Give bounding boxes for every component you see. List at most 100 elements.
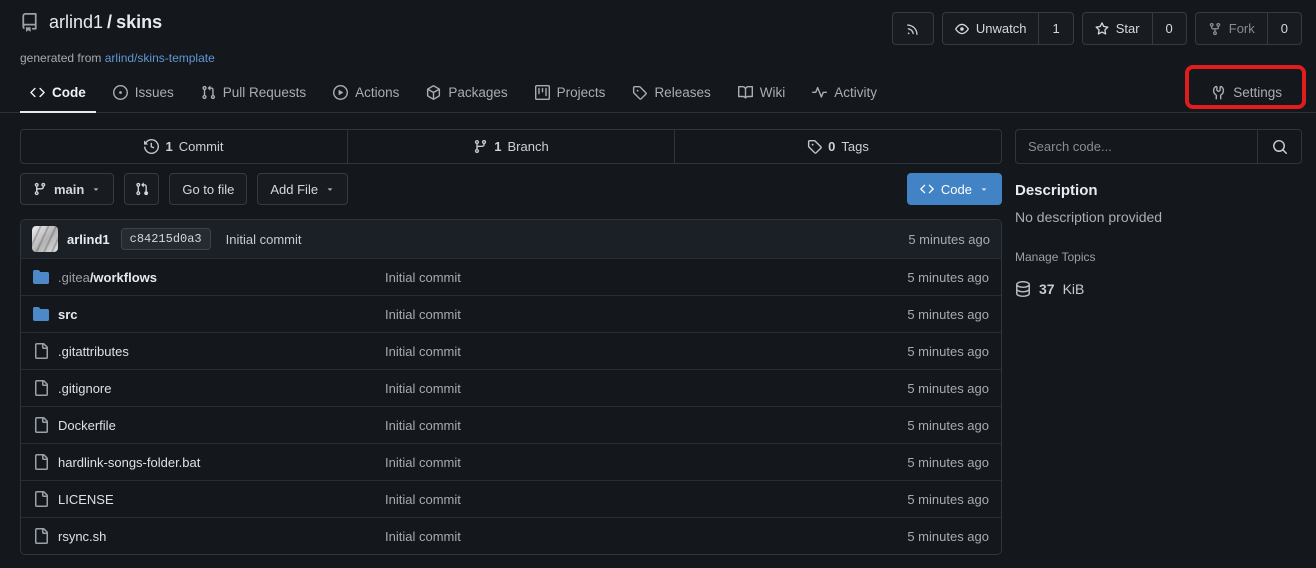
repo-size-unit: KiB [1063,281,1085,297]
latest-commit-row: arlind1 c84215d0a3 Initial commit 5 minu… [21,220,1001,258]
tab-packages[interactable]: Packages [416,75,517,113]
file-commit-time: 5 minutes ago [819,455,989,470]
search-button[interactable] [1257,130,1301,163]
star-button[interactable]: Star [1083,13,1152,44]
branch-selector[interactable]: main [20,173,114,205]
file-commit-message-link[interactable]: Initial commit [385,344,819,359]
file-row: src Initial commit 5 minutes ago [21,295,1001,332]
file-icon [33,343,49,359]
repo-stats-bar: 1 Commit 1 Branch 0 Tags [20,129,1002,164]
file-name-link[interactable]: .gitattributes [33,343,385,359]
rss-button[interactable] [892,12,934,45]
commit-sha-link[interactable]: c84215d0a3 [121,228,211,250]
repo-sidebar: Description No description provided Mana… [1015,129,1302,297]
file-commit-message-link[interactable]: Initial commit [385,307,819,322]
current-branch-label: main [54,182,84,197]
file-toolbar: main Go to file Add File Code [20,173,1002,205]
tab-releases[interactable]: Releases [622,75,720,113]
commit-time: 5 minutes ago [908,232,990,247]
manage-topics-link[interactable]: Manage Topics [1015,250,1302,264]
unwatch-button[interactable]: Unwatch [943,13,1039,44]
file-name-link[interactable]: .gitignore [33,380,385,396]
tab-code[interactable]: Code [20,75,96,113]
tab-issues[interactable]: Issues [103,75,184,113]
tab-code-label: Code [52,85,86,100]
tags-stat[interactable]: 0 Tags [674,130,1001,163]
fork-button[interactable]: Fork [1196,13,1267,44]
file-commit-message-link[interactable]: Initial commit [385,492,819,507]
file-name: LICENSE [58,492,114,507]
file-name-link[interactable]: Dockerfile [33,417,385,433]
repo-owner-link[interactable]: arlind1 [49,12,103,32]
file-commit-time: 5 minutes ago [819,270,989,285]
tab-wiki-label: Wiki [760,85,786,100]
book-icon [738,85,753,100]
chevron-down-icon [91,184,101,194]
tab-actions-label: Actions [355,85,399,100]
repo-size-value: 37 [1039,281,1055,297]
file-icon [33,454,49,470]
tab-activity[interactable]: Activity [802,75,887,113]
file-commit-time: 5 minutes ago [819,418,989,433]
watchers-count[interactable]: 1 [1038,13,1072,44]
repo-title-group: arlind1/skins [20,12,162,33]
template-repo-link[interactable]: arlind/skins-template [105,51,215,65]
tab-wiki[interactable]: Wiki [728,75,796,113]
file-row: hardlink-songs-folder.bat Initial commit… [21,443,1001,480]
tag-icon [632,85,647,100]
repo-tab-bar: Code Issues Pull Requests Actions Packag… [0,75,1316,113]
file-name-link[interactable]: src [33,306,385,322]
branch-icon [33,182,47,196]
file-commit-message-link[interactable]: Initial commit [385,270,819,285]
repo-title-separator: / [107,12,112,32]
file-commit-time: 5 minutes ago [819,344,989,359]
branch-icon [473,139,488,154]
search-input[interactable] [1016,130,1257,163]
file-row: rsync.sh Initial commit 5 minutes ago [21,517,1001,554]
tab-pull-requests[interactable]: Pull Requests [191,75,316,113]
commit-author-link[interactable]: arlind1 [67,232,110,247]
unwatch-label: Unwatch [976,21,1027,36]
file-name-link[interactable]: .gitea/workflows [33,269,385,285]
commit-message-link[interactable]: Initial commit [226,232,302,247]
file-commit-message-link[interactable]: Initial commit [385,455,819,470]
description-heading: Description [1015,182,1302,199]
file-commit-message-link[interactable]: Initial commit [385,529,819,544]
tab-settings-label: Settings [1233,85,1282,100]
file-name-link[interactable]: LICENSE [33,491,385,507]
file-name-link[interactable]: hardlink-songs-folder.bat [33,454,385,470]
page-title: arlind1/skins [49,12,162,33]
go-to-file-button[interactable]: Go to file [169,173,247,205]
tab-actions[interactable]: Actions [323,75,409,113]
generated-from-line: generated from arlind/skins-template [0,45,1316,65]
compare-button[interactable] [124,173,159,205]
chevron-down-icon [979,184,989,194]
code-download-button[interactable]: Code [907,173,1002,205]
branches-stat[interactable]: 1 Branch [347,130,674,163]
code-button-label: Code [941,182,972,197]
avatar[interactable] [32,226,58,252]
tab-projects[interactable]: Projects [525,75,616,113]
folder-icon [33,269,49,285]
fork-button-group: Fork 0 [1195,12,1302,45]
stars-count[interactable]: 0 [1152,13,1186,44]
add-file-button[interactable]: Add File [257,173,348,205]
issue-icon [113,85,128,100]
watch-button-group: Unwatch 1 [942,12,1074,45]
eye-icon [955,22,969,36]
rss-icon [906,22,920,36]
pulse-icon [812,85,827,100]
file-name-link[interactable]: rsync.sh [33,528,385,544]
add-file-label: Add File [270,182,318,197]
tab-settings[interactable]: Settings [1201,75,1292,113]
file-row: .gitea/workflows Initial commit 5 minute… [21,258,1001,295]
file-name: rsync.sh [58,529,106,544]
file-commit-message-link[interactable]: Initial commit [385,418,819,433]
commits-stat[interactable]: 1 Commit [21,130,347,163]
forks-count[interactable]: 0 [1267,13,1301,44]
file-commit-message-link[interactable]: Initial commit [385,381,819,396]
main-column: 1 Commit 1 Branch 0 Tags main [20,129,1002,555]
repo-name-link[interactable]: skins [116,12,162,32]
file-row: Dockerfile Initial commit 5 minutes ago [21,406,1001,443]
file-name: src [58,307,78,322]
